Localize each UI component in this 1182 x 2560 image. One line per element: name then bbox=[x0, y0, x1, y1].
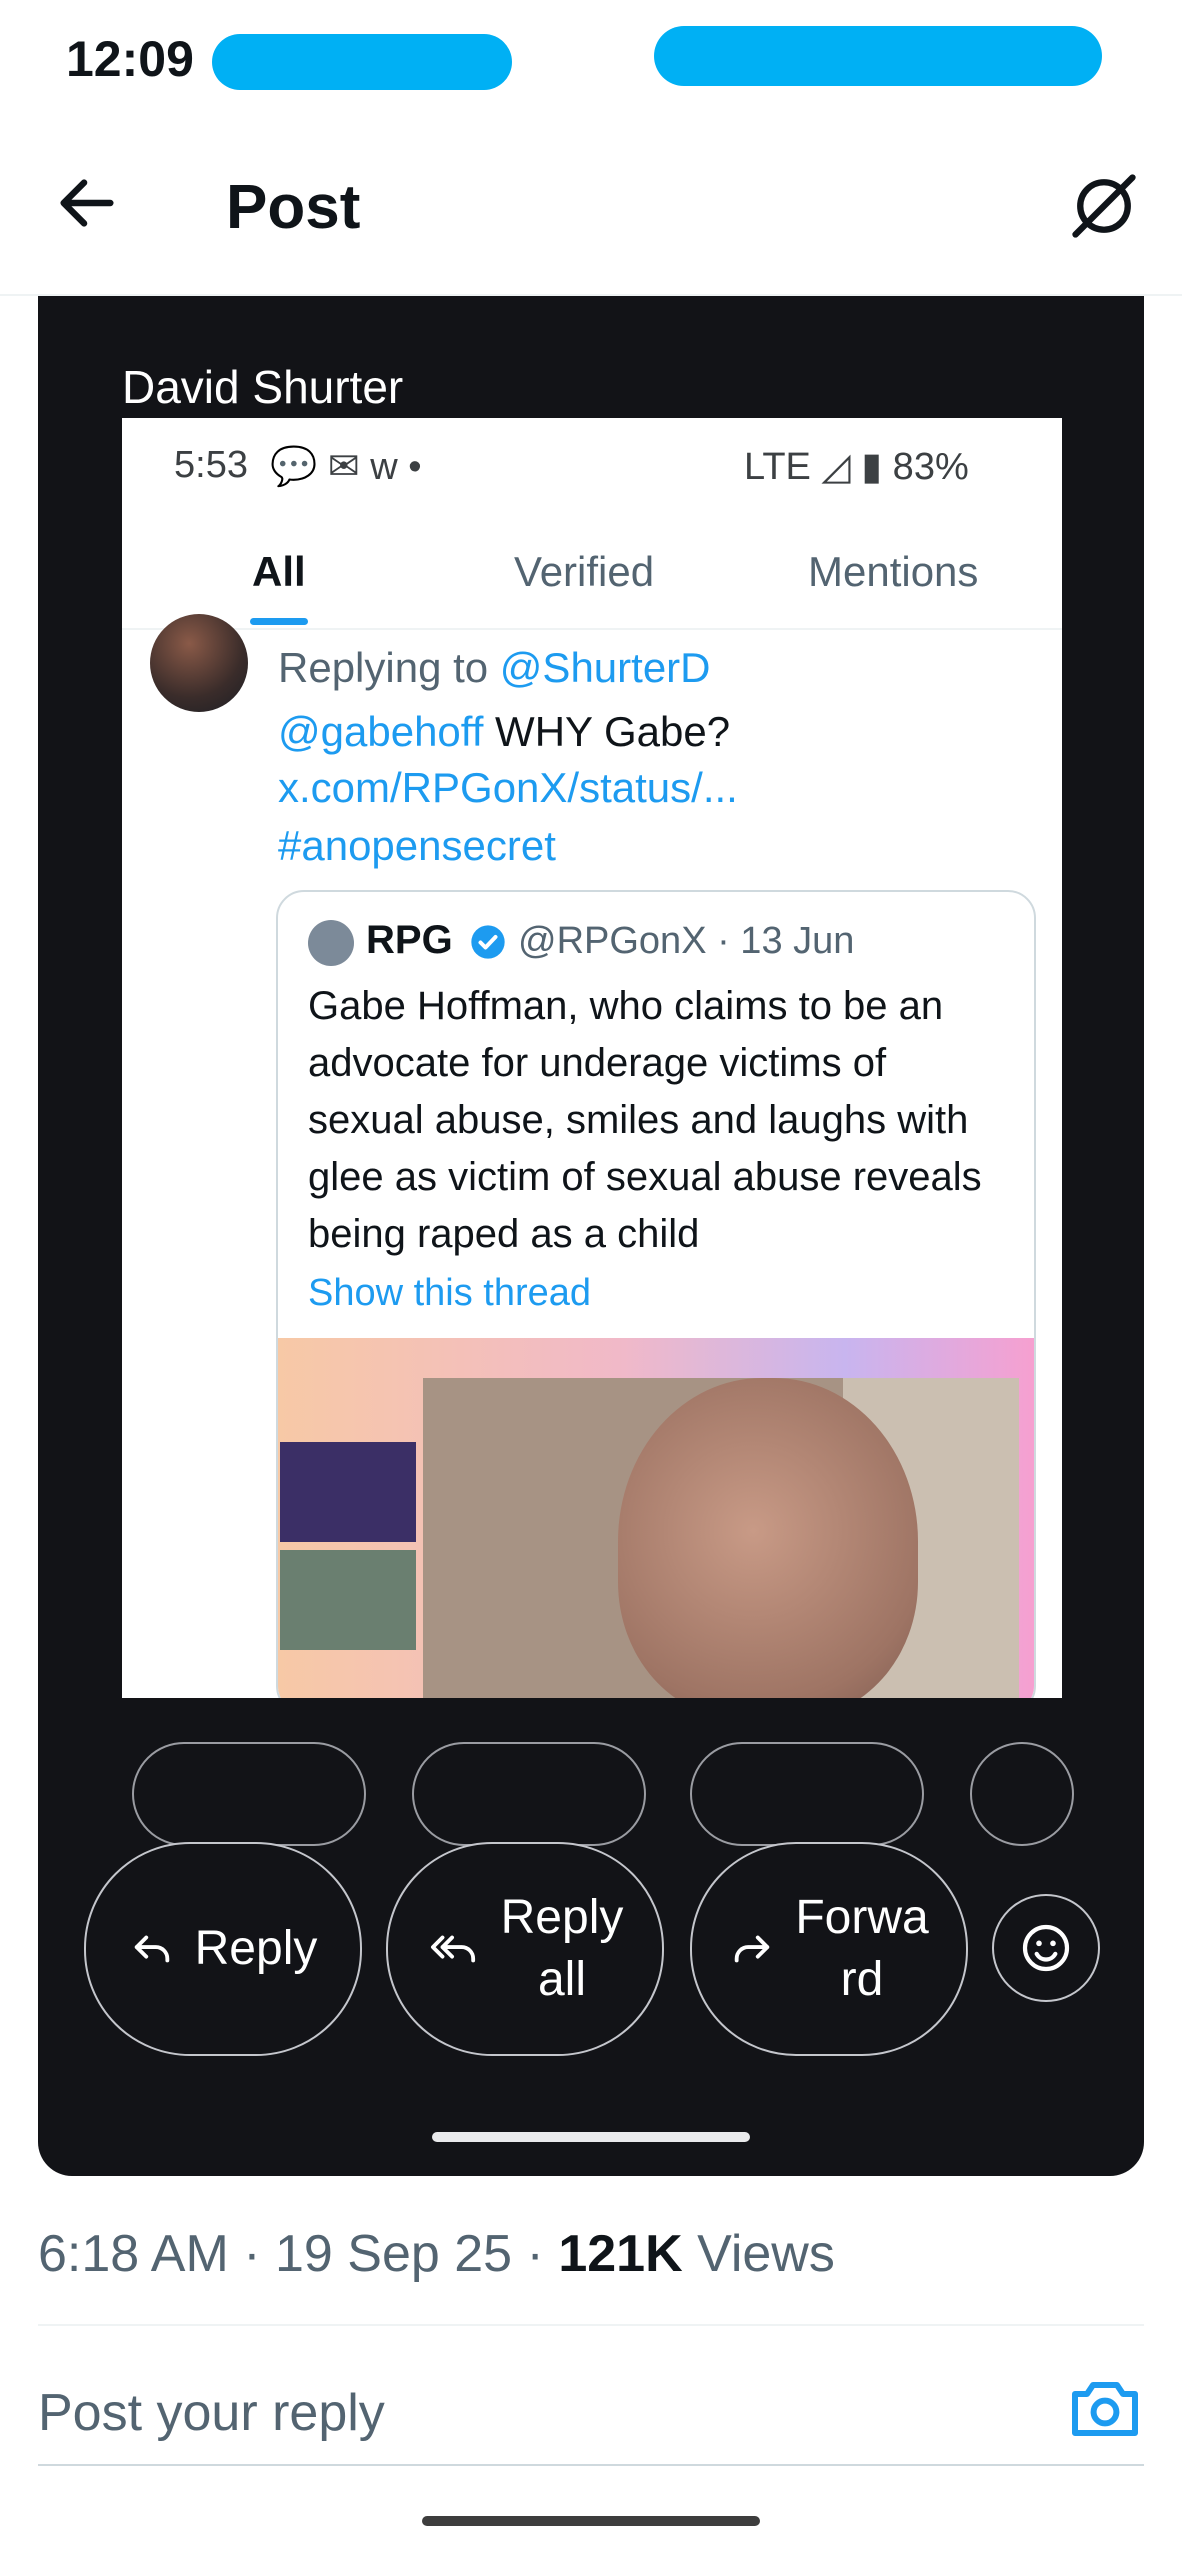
verified-badge-icon bbox=[471, 925, 505, 959]
quote-handle-date: @RPGonX · 13 Jun bbox=[518, 920, 855, 962]
redaction-mark bbox=[212, 34, 512, 90]
tabs-divider bbox=[122, 628, 1062, 630]
reply-hashtag: #anopensecret bbox=[278, 822, 556, 869]
reply-avatar bbox=[150, 614, 248, 712]
quoted-post: RPG @RPGonX · 13 Jun Gabe Hoffman, who c… bbox=[276, 890, 1036, 1698]
video-tile bbox=[280, 1550, 416, 1650]
reply-body: WHY Gabe? bbox=[495, 708, 731, 755]
reply-all-label: Reply all bbox=[501, 1887, 624, 2011]
replying-to-label: Replying to bbox=[278, 644, 489, 691]
show-thread-link: Show this thread bbox=[308, 1272, 592, 1314]
forward-button[interactable]: Forwa rd bbox=[690, 1842, 968, 2056]
inner-status-time: 5:53 bbox=[174, 444, 248, 486]
meta-divider bbox=[38, 2324, 1144, 2326]
reply-divider bbox=[38, 2464, 1144, 2466]
card-home-indicator bbox=[432, 2132, 750, 2142]
replying-to-handle: @ShurterD bbox=[499, 644, 711, 691]
forward-label: Forwa rd bbox=[795, 1887, 928, 2011]
reply-text: @gabehoff WHY Gabe? bbox=[278, 708, 730, 756]
mention: @gabehoff bbox=[278, 708, 484, 755]
inner-status-icons: 💬 ✉ w • bbox=[270, 446, 422, 488]
tab-mentions: Mentions bbox=[808, 548, 979, 595]
back-button[interactable] bbox=[52, 168, 122, 238]
reaction-pill[interactable] bbox=[412, 1742, 646, 1846]
views-count[interactable]: 121K bbox=[558, 2225, 682, 2283]
card-author-name: David Shurter bbox=[122, 361, 404, 413]
reply-all-label-line2: all bbox=[537, 1953, 587, 2006]
smiley-icon bbox=[1022, 1924, 1070, 1972]
post-meta: 6:18 AM · 19 Sep 25 · 121K Views bbox=[38, 2224, 835, 2284]
quote-name: RPG bbox=[366, 918, 453, 962]
quote-text: Gabe Hoffman, who claims to be an advoca… bbox=[308, 984, 982, 1256]
grok-button[interactable] bbox=[1066, 168, 1142, 244]
forward-label-line1: Forwa bbox=[795, 1891, 929, 1944]
views-label: Views bbox=[682, 2225, 835, 2283]
replying-to: Replying to @ShurterD bbox=[278, 644, 711, 692]
camera-button[interactable] bbox=[1066, 2374, 1144, 2444]
inner-status-right: LTE ◿ ▮ 83% bbox=[744, 446, 969, 488]
reaction-pill[interactable] bbox=[970, 1742, 1074, 1846]
reply-arrow-icon bbox=[134, 1935, 169, 1963]
reaction-pill[interactable] bbox=[132, 1742, 366, 1846]
redaction-mark bbox=[654, 26, 1102, 86]
post-timestamp: 6:18 AM · 19 Sep 25 · bbox=[38, 2225, 559, 2283]
forward-arrow-icon bbox=[735, 1935, 770, 1963]
video-main-frame bbox=[423, 1378, 1019, 1698]
video-tile bbox=[280, 1442, 416, 1542]
reply-label: Reply bbox=[194, 1922, 318, 1975]
quote-video-thumbnail bbox=[278, 1338, 1034, 1698]
page-title: Post bbox=[226, 173, 361, 242]
forward-label-line2: rd bbox=[840, 1953, 884, 2006]
reply-all-icon bbox=[430, 1935, 475, 1963]
arrow-left-icon bbox=[60, 179, 114, 227]
camera-icon bbox=[1072, 2382, 1138, 2436]
video-person bbox=[618, 1378, 918, 1698]
tab-indicator bbox=[250, 618, 308, 625]
embedded-screenshot: 5:53 💬 ✉ w • LTE ◿ ▮ 83% All Verified Me… bbox=[122, 418, 1062, 1698]
reply-link: x.com/RPGonX/status/... bbox=[278, 764, 738, 811]
reply-all-button[interactable]: Reply all bbox=[386, 1842, 664, 2056]
reply-all-label-line1: Reply bbox=[500, 1891, 624, 1944]
reply-input[interactable] bbox=[38, 2378, 938, 2448]
emoji-reaction-button[interactable] bbox=[992, 1894, 1100, 2002]
reaction-pill[interactable] bbox=[690, 1742, 924, 1846]
tab-all: All bbox=[252, 548, 306, 595]
status-time: 12:09 bbox=[66, 31, 194, 87]
quote-avatar bbox=[308, 920, 354, 966]
home-indicator bbox=[422, 2516, 760, 2526]
tab-verified: Verified bbox=[514, 548, 655, 595]
reply-button[interactable]: Reply bbox=[84, 1842, 362, 2056]
grok-icon bbox=[1072, 174, 1136, 238]
